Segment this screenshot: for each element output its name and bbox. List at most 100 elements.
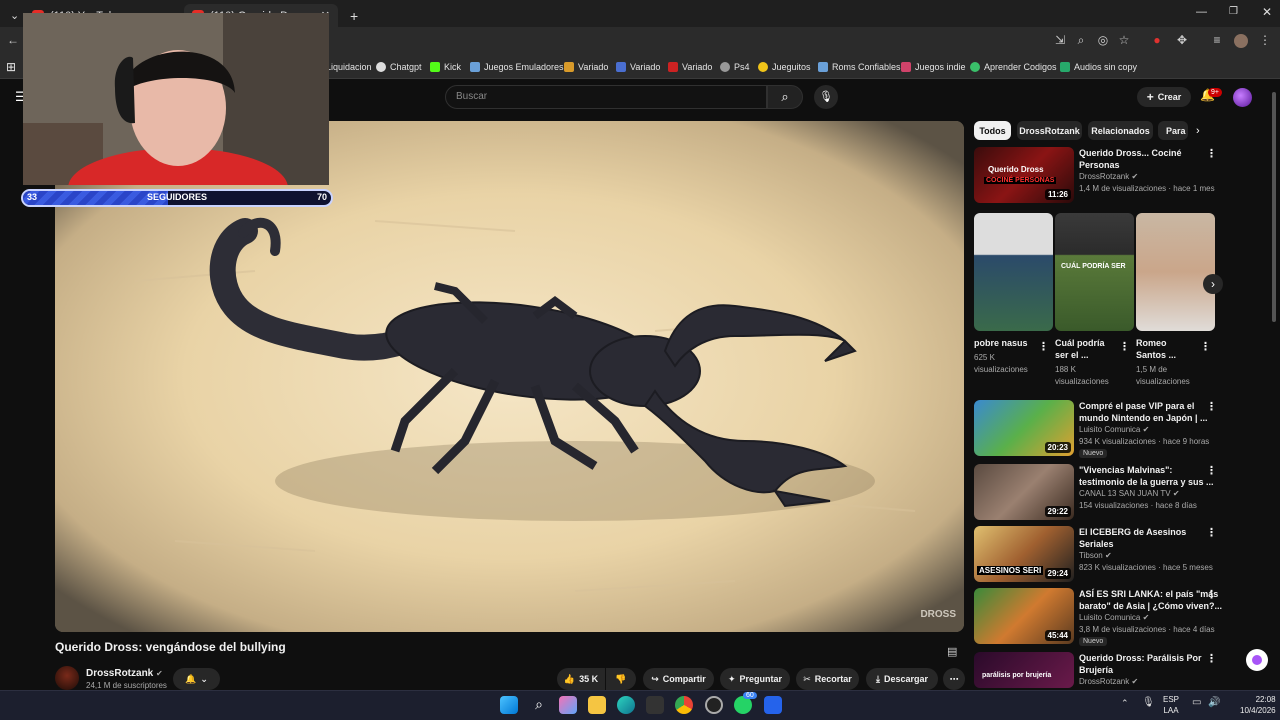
bookmark-liquidacion[interactable]: Liquidacion <box>326 55 372 79</box>
apps-icon[interactable]: ⊞ <box>6 55 16 79</box>
rec-thumbnail-3[interactable]: ASESINOS SERI 29:24 <box>974 526 1074 582</box>
like-button[interactable]: 👍 35 K <box>557 668 605 690</box>
chrome-icon[interactable] <box>675 696 693 714</box>
voice-search-button[interactable]: 🎙 <box>814 85 838 109</box>
store-icon[interactable] <box>646 696 664 714</box>
bookmark-chatgpt[interactable]: Chatgpt <box>376 55 422 79</box>
rec-title-3[interactable]: El ICEBERG de Asesinos Seriales <box>1079 526 1186 550</box>
tray-chevron-icon[interactable]: ⌃ <box>1121 698 1129 709</box>
rec-title-0[interactable]: Querido Dross... Cociné Personas <box>1079 147 1182 171</box>
more-options-icon[interactable]: ⋮ <box>1206 526 1217 539</box>
more-options-icon[interactable]: ⋮ <box>1119 340 1130 353</box>
shorts-next-button[interactable]: › <box>1203 274 1223 294</box>
chip-relacionados[interactable]: Relacionados <box>1088 121 1153 140</box>
chip-drossrotzank[interactable]: DrossRotzank <box>1017 121 1082 140</box>
obs-icon[interactable] <box>705 696 723 714</box>
chip-para[interactable]: Para <box>1158 121 1188 140</box>
language-indicator[interactable]: ESP LAA <box>1163 694 1179 716</box>
more-options-icon[interactable]: ⋮ <box>1206 588 1217 601</box>
maximize-icon[interactable]: ❐ <box>1229 6 1238 17</box>
clip-button[interactable]: ✂ Recortar <box>796 668 859 690</box>
rec-channel-4[interactable]: Luisito Comunica ✔ <box>1079 612 1149 624</box>
short-title-0[interactable]: pobre nasus <box>974 337 1028 349</box>
taskbar-clock[interactable]: 22:08 10/4/2026 <box>1240 694 1276 716</box>
chevron-right-icon[interactable]: › <box>1196 125 1200 137</box>
more-options-icon[interactable]: ⋮ <box>1206 464 1217 477</box>
extension-red-icon[interactable]: ● <box>1150 33 1164 47</box>
network-icon[interactable]: ▭ <box>1192 697 1201 708</box>
page-scrollbar[interactable] <box>1272 92 1276 322</box>
bookmark-kick[interactable]: Kick <box>430 55 461 79</box>
copilot-icon[interactable] <box>559 696 577 714</box>
star-icon[interactable]: ☆ <box>1117 33 1131 47</box>
extensions-icon[interactable]: ✥ <box>1175 33 1189 47</box>
rec-title-5[interactable]: Querido Dross: Parálisis Por Brujería <box>1079 652 1202 676</box>
tab-search-button[interactable]: ⌄ <box>2 4 22 27</box>
more-options-icon[interactable]: ⋮ <box>1206 400 1217 413</box>
create-button[interactable]: + Crear <box>1137 87 1191 107</box>
ai-assistant-button[interactable] <box>1246 649 1268 671</box>
taskbar-search-icon[interactable]: ⌕ <box>530 696 548 714</box>
short-thumbnail-2[interactable] <box>1136 213 1215 331</box>
rec-channel-3[interactable]: Tibson ✔ <box>1079 550 1112 562</box>
bookmark-roms-confiables[interactable]: Roms Confiables <box>818 55 901 79</box>
short-thumbnail-0[interactable] <box>974 213 1053 331</box>
close-window-icon[interactable]: ✕ <box>1262 5 1272 19</box>
bookmark-variado-3[interactable]: Variado <box>668 55 712 79</box>
rec-thumbnail-2[interactable]: 29:22 <box>974 464 1074 520</box>
bookmark-variado-1[interactable]: Variado <box>564 55 608 79</box>
zoom-icon[interactable]: ⌕ <box>1074 33 1088 47</box>
more-actions-button[interactable]: ⋯ <box>943 668 965 690</box>
rec-channel-1[interactable]: Luisito Comunica ✔ <box>1079 424 1149 436</box>
more-options-icon[interactable]: ⋮ <box>1200 340 1211 353</box>
menu-icon[interactable]: ⋮ <box>1258 33 1272 47</box>
rec-title-4[interactable]: ASÍ ES SRI LANKA: el país "más barato" de… <box>1079 588 1222 612</box>
rec-thumbnail-4[interactable]: 45:44 <box>974 588 1074 644</box>
short-title-2[interactable]: Romeo Santos ... <box>1136 337 1176 361</box>
app-icon[interactable] <box>764 696 782 714</box>
bookmark-variado-2[interactable]: Variado <box>616 55 660 79</box>
edge-icon[interactable] <box>617 696 635 714</box>
rec-thumbnail-5[interactable]: parálisis por brujería <box>974 652 1074 688</box>
minimize-icon[interactable]: — <box>1196 6 1207 18</box>
bookmark-juegos-emuladores[interactable]: Juegos Emuladores <box>470 55 564 79</box>
ask-button[interactable]: ✦ Preguntar <box>720 668 790 690</box>
bookmark-aprender-codigos[interactable]: Aprender Codigos <box>970 55 1057 79</box>
more-options-icon[interactable]: ⋮ <box>1038 340 1049 353</box>
volume-icon[interactable]: 🔊 <box>1208 697 1220 708</box>
new-tab-button[interactable]: + <box>342 4 362 27</box>
rec-title-1[interactable]: Compré el pase VIP para el mundo Nintendo… <box>1079 400 1208 424</box>
more-options-icon[interactable]: ⋮ <box>1206 147 1217 160</box>
rec-thumbnail-1[interactable]: 20:23 <box>974 400 1074 456</box>
subscribe-bell-button[interactable]: 🔔 ⌄ <box>173 668 220 690</box>
install-icon[interactable]: ⇲ <box>1053 33 1067 47</box>
search-input[interactable]: Buscar <box>445 85 767 109</box>
rec-channel-5[interactable]: DrossRotzank ✔ <box>1079 676 1138 688</box>
account-avatar[interactable] <box>1233 88 1252 107</box>
share-button[interactable]: ↪ Compartir <box>643 668 714 690</box>
channel-name[interactable]: DrossRotzank ✔ <box>86 668 163 679</box>
short-thumbnail-1[interactable]: CUÁL PODRÍA SER <box>1055 213 1134 331</box>
rec-title-2[interactable]: "Vivencias Malvinas": testimonio de la gu… <box>1079 464 1214 488</box>
rec-channel-0[interactable]: DrossRotzank ✔ <box>1079 171 1138 183</box>
bookmark-ps4[interactable]: Ps4 <box>720 55 750 79</box>
bookmark-juegos-indie[interactable]: Juegos indie <box>901 55 966 79</box>
bookmark-jueguitos[interactable]: Jueguitos <box>758 55 811 79</box>
dislike-button[interactable]: 👎 <box>606 668 636 690</box>
file-explorer-icon[interactable] <box>588 696 606 714</box>
channel-avatar[interactable] <box>55 666 79 690</box>
eye-off-icon[interactable]: ◎ <box>1096 33 1110 47</box>
media-icon[interactable]: ≡ <box>1210 33 1224 47</box>
back-icon[interactable]: ← <box>6 33 20 47</box>
download-button[interactable]: ⤓ Descargar <box>866 668 938 690</box>
more-options-icon[interactable]: ⋮ <box>1206 652 1217 665</box>
profile-avatar[interactable] <box>1234 34 1248 48</box>
start-icon[interactable] <box>500 696 518 714</box>
rec-channel-2[interactable]: CANAL 13 SAN JUAN TV ✔ <box>1079 488 1180 500</box>
chip-todos[interactable]: Todos <box>974 121 1011 140</box>
tray-mic-icon[interactable]: 🎙 <box>1142 697 1155 708</box>
short-title-1[interactable]: Cuál podría ser el ... <box>1055 337 1105 361</box>
search-button[interactable]: ⌕ <box>767 85 803 109</box>
rec-thumbnail-0[interactable]: Querido Dross COCINÉ PERSONAS 11:26 <box>974 147 1074 203</box>
notes-icon[interactable]: ▤ <box>947 645 957 658</box>
